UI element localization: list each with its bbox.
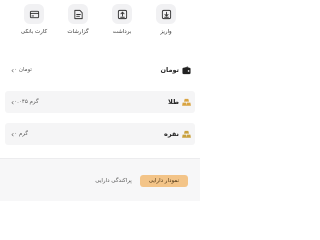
deposit-button[interactable]: واریز: [146, 4, 186, 44]
withdraw-icon: [117, 9, 127, 19]
deposit-label: واریز: [160, 29, 172, 35]
bank-card-label: کارت بانکی: [20, 29, 48, 35]
tab-asset-chart[interactable]: نمودار دارایی: [139, 175, 188, 187]
bank-card-tile: [24, 4, 44, 24]
toman-value: ۰ تومان: [14, 67, 32, 73]
quick-actions: واریز برداشت گزارشات کارت بانکی: [0, 4, 200, 44]
asset-chart-card: نمودار دارایی پراکندگی دارایی: [0, 158, 200, 201]
silver-bars-icon: [182, 130, 191, 139]
gold-value: ۰.۰۴۵ گرم: [14, 99, 39, 105]
wallet-icon: [182, 65, 191, 75]
withdraw-button[interactable]: برداشت: [102, 4, 142, 44]
toman-balance-row[interactable]: تومان ۰ تومان ‹: [5, 59, 195, 81]
gold-bars-icon: [182, 98, 191, 107]
tab-asset-distribution[interactable]: پراکندگی دارایی: [87, 175, 140, 187]
deposit-icon: [161, 9, 171, 19]
chart-tabs: نمودار دارایی پراکندگی دارایی: [87, 175, 188, 187]
reports-tile: [68, 4, 88, 24]
gold-balance-row[interactable]: طلا ۰.۰۴۵ گرم ‹: [5, 91, 195, 113]
silver-name: نقره: [164, 130, 179, 138]
withdraw-label: برداشت: [112, 29, 132, 35]
silver-value: ۰ گرم: [14, 131, 28, 137]
toman-name: تومان: [160, 66, 179, 74]
reports-icon: [73, 9, 83, 19]
withdraw-tile: [112, 4, 132, 24]
reports-label: گزارشات: [67, 29, 89, 35]
gold-name: طلا: [167, 98, 179, 106]
bank-card-icon: [29, 10, 39, 18]
bank-card-button[interactable]: کارت بانکی: [14, 4, 54, 44]
deposit-tile: [156, 4, 176, 24]
reports-button[interactable]: گزارشات: [58, 4, 98, 44]
silver-balance-row[interactable]: نقره ۰ گرم ‹: [5, 123, 195, 145]
